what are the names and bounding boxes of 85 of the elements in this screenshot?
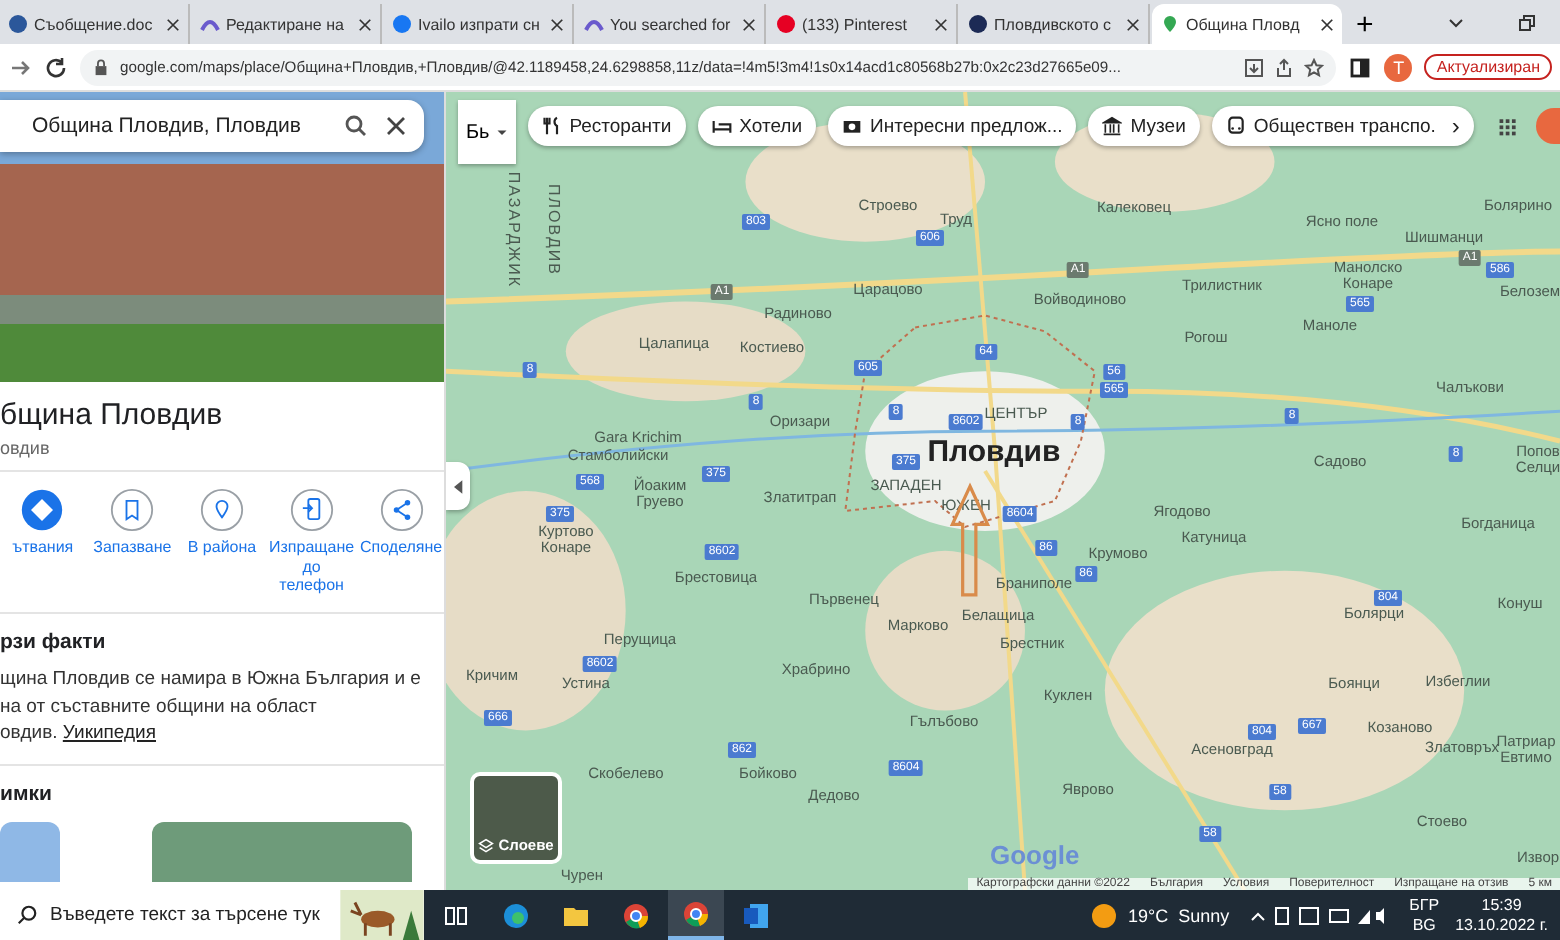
browser-tab[interactable]: Ivailo изпрати сн (384, 4, 574, 44)
close-icon[interactable] (358, 17, 372, 31)
site-icon (8, 14, 28, 34)
browser-logo-icon (682, 899, 710, 927)
update-button[interactable]: Актуализиран (1424, 54, 1552, 80)
location-icon (199, 488, 244, 532)
input-tools-button[interactable]: Бь (458, 100, 516, 164)
deer-drawing (340, 890, 424, 940)
clock-time[interactable]: 15:39 (1481, 895, 1522, 915)
arc-icon (200, 14, 220, 34)
directions-icon (20, 488, 65, 532)
close-icon[interactable] (550, 17, 564, 31)
share-icon[interactable] (1274, 57, 1295, 77)
close-icon[interactable] (934, 17, 948, 31)
clock-date[interactable]: 13.10.2022 г. (1455, 915, 1548, 935)
install-icon[interactable] (1244, 57, 1265, 77)
town-label: ПЛОВДИВ (543, 184, 561, 276)
new-tab-button[interactable]: + (1344, 4, 1386, 44)
lock-icon (92, 58, 110, 76)
site-icon (392, 14, 412, 34)
wikipedia-link[interactable]: Уикипедия (62, 722, 156, 745)
close-icon[interactable] (1320, 17, 1334, 31)
place-subtitle: овдив (0, 438, 52, 458)
action-button[interactable]: Запазване (89, 488, 176, 596)
search-icon[interactable] (344, 114, 368, 138)
description-text: щина Пловдив се намира в Южна България и е на от съставните общини на област овдив. Уикипедия (0, 665, 423, 749)
bed-icon (711, 116, 732, 136)
browser-logo-icon (622, 901, 650, 929)
section-heading: рзи факти (0, 629, 108, 654)
category-chip[interactable]: Музеи (1088, 106, 1200, 146)
browser-tab[interactable]: You searched for (576, 4, 766, 44)
star-icon[interactable] (1304, 57, 1325, 77)
action-button[interactable]: ътвания (0, 488, 86, 596)
category-chip[interactable]: Ресторанти (527, 106, 686, 146)
site-icon (968, 14, 988, 34)
system-tray-icons-drawing[interactable] (1249, 903, 1390, 927)
cutlery-icon (541, 116, 562, 136)
action-button[interactable]: Изпращане до телефон (268, 488, 355, 596)
city-label: Пловдив (927, 435, 1061, 469)
collapse-panel-button[interactable] (446, 462, 470, 510)
browser-tab[interactable]: Пловдивското с (960, 4, 1150, 44)
action-button[interactable]: Споделяне (358, 488, 444, 596)
swirl-logo-icon (502, 901, 530, 929)
camera-icon (842, 116, 863, 136)
layers-icon (478, 838, 495, 854)
restore-icon[interactable] (1516, 14, 1536, 34)
taskbar-search-box[interactable]: Въведете текст за търсене тук (0, 890, 424, 940)
browser-tab[interactable]: Община Пловд (1152, 4, 1342, 44)
caret-left-icon (453, 479, 463, 493)
close-icon[interactable] (384, 114, 408, 138)
language-indicator[interactable]: БГР (1409, 895, 1440, 915)
site-icon (776, 14, 796, 34)
search-icon (16, 904, 38, 926)
sun-icon (1092, 903, 1116, 927)
action-button[interactable]: В района (179, 488, 265, 596)
task-view-icon (442, 901, 470, 929)
town-label: ПАЗАРДЖИК (503, 171, 521, 289)
side-panel-icon[interactable] (1348, 55, 1373, 79)
category-chip[interactable]: Хотели (697, 106, 817, 146)
taskbar-app[interactable] (668, 890, 724, 940)
language-indicator[interactable]: BG (1412, 915, 1436, 935)
place-title: бщина Пловдив (0, 398, 225, 432)
search-field[interactable]: Община Пловдив, Пловдив (0, 100, 424, 152)
browser-tab[interactable]: Съобщение.doc (0, 4, 190, 44)
document-app-icon (742, 901, 770, 929)
apps-grid-icon[interactable] (1497, 115, 1517, 137)
browser-tab[interactable]: Редактиране на (192, 4, 382, 44)
close-icon[interactable] (166, 17, 180, 31)
forward-icon[interactable] (8, 55, 32, 79)
category-chip[interactable]: Интересни предлож... (828, 106, 1077, 146)
arc-icon (584, 14, 604, 34)
reload-icon[interactable] (44, 55, 68, 79)
browser-tab[interactable]: (133) Pinterest (768, 4, 958, 44)
category-chip[interactable]: Обществен транспо. › (1211, 106, 1474, 146)
section-heading: имки (0, 782, 54, 807)
close-icon[interactable] (742, 17, 756, 31)
map-pin-icon (1160, 14, 1180, 34)
close-icon[interactable] (1126, 17, 1140, 31)
share-icon (379, 488, 424, 532)
museum-icon (1102, 116, 1123, 136)
weather-text[interactable]: 19°C Sunny (1128, 905, 1230, 925)
caret-icon (495, 126, 508, 138)
bus-icon (1225, 116, 1246, 136)
bookmark-icon (110, 488, 155, 532)
phone-icon (289, 488, 334, 532)
